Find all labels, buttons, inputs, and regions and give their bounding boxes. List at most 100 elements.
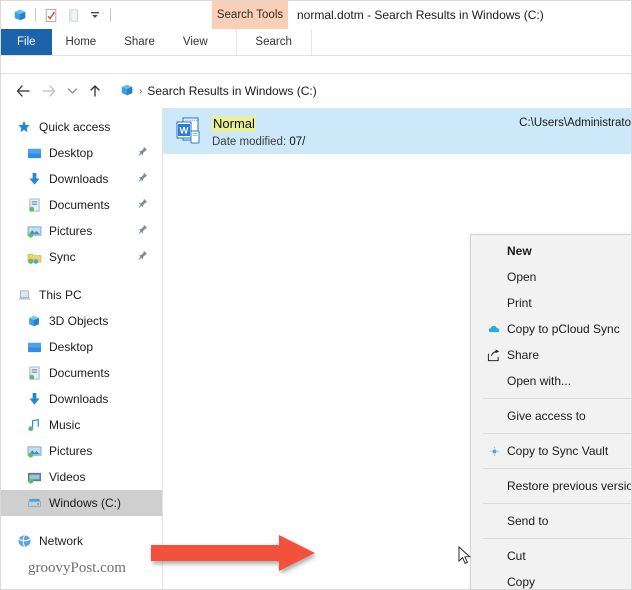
- desktop-icon: [25, 339, 43, 355]
- sidebar-item-3d-objects[interactable]: 3D Objects: [1, 308, 162, 334]
- context-menu-item-give-access-to[interactable]: Give access to: [471, 403, 631, 429]
- nav-label: Quick access: [39, 120, 111, 134]
- context-menu-item-cut[interactable]: Cut: [471, 543, 631, 569]
- new-folder-icon[interactable]: [62, 4, 84, 26]
- pin-icon[interactable]: [138, 250, 148, 264]
- context-menu-item-print[interactable]: Print: [471, 290, 631, 316]
- pin-icon[interactable]: [138, 224, 148, 238]
- videos-icon: [25, 469, 43, 485]
- date-modified-value: 07/: [289, 135, 306, 148]
- star-icon: [15, 119, 33, 135]
- context-menu-separator: [483, 538, 631, 539]
- nav-label: Pictures: [49, 224, 93, 238]
- context-menu-item-new[interactable]: New: [471, 238, 631, 264]
- recent-locations-chevron-down-icon[interactable]: [63, 79, 81, 103]
- breadcrumb-current-path: Search Results in Windows (C:): [147, 84, 317, 98]
- sync-icon: [25, 249, 43, 265]
- sidebar-item-downloads[interactable]: Downloads: [1, 166, 162, 192]
- ribbon-body: [1, 56, 631, 74]
- window-title: normal.dotm - Search Results in Windows …: [297, 8, 544, 22]
- network-icon: [15, 533, 33, 549]
- sidebar-item-desktop[interactable]: Desktop: [1, 140, 162, 166]
- result-file-path: C:\Users\Administrato: [519, 117, 631, 129]
- context-menu-item-open-with[interactable]: Open with...: [471, 368, 631, 394]
- sidebar-item-pictures-pc[interactable]: Pictures: [1, 438, 162, 464]
- pictures-icon: [25, 223, 43, 239]
- context-menu-item-restore-previous-versions[interactable]: Restore previous versions: [471, 473, 631, 499]
- sync-vault-icon: [481, 446, 507, 457]
- this-pc-icon: [120, 83, 134, 100]
- context-menu-separator: [483, 398, 631, 399]
- sidebar-item-desktop-pc[interactable]: Desktop: [1, 334, 162, 360]
- desktop-icon: [25, 145, 43, 161]
- music-icon: [25, 417, 43, 433]
- tab-file[interactable]: File: [1, 29, 52, 55]
- tab-home[interactable]: Home: [52, 29, 111, 55]
- context-menu-label: Print: [507, 296, 532, 310]
- nav-label: Network: [39, 534, 84, 548]
- date-modified-label: Date modified:: [212, 135, 287, 148]
- context-menu-item-open[interactable]: Open: [471, 264, 631, 290]
- nav-label: Documents: [49, 198, 110, 212]
- nav-label: 3D Objects: [49, 314, 109, 328]
- pin-icon[interactable]: [138, 172, 148, 186]
- result-row-normal-dotm[interactable]: W Normal Date modified: 07/ C:\Users\Adm…: [163, 108, 631, 154]
- context-menu-label: Open with...: [507, 374, 572, 388]
- sidebar-item-videos[interactable]: Videos: [1, 464, 162, 490]
- tab-search[interactable]: Search: [235, 29, 312, 55]
- context-menu-separator: [483, 433, 631, 434]
- context-menu-item-send-to[interactable]: Send to: [471, 508, 631, 534]
- sidebar-item-sync[interactable]: Sync: [1, 244, 162, 270]
- sidebar-item-documents-pc[interactable]: Documents: [1, 360, 162, 386]
- nav-label: Windows (C:): [49, 496, 122, 510]
- sidebar-item-pictures[interactable]: Pictures: [1, 218, 162, 244]
- 3d-objects-icon: [25, 313, 43, 329]
- title-bar: Search Tools normal.dotm - Search Result…: [1, 1, 631, 29]
- downloads-icon: [25, 391, 43, 407]
- context-menu-label: New: [507, 244, 532, 258]
- back-button[interactable]: [11, 79, 35, 103]
- pin-icon[interactable]: [138, 146, 148, 160]
- result-date-modified: Date modified: 07/: [212, 136, 305, 148]
- share-icon: [481, 349, 507, 362]
- up-button[interactable]: [83, 79, 107, 103]
- pictures-icon: [25, 443, 43, 459]
- address-bar: › Search Results in Windows (C:): [1, 74, 631, 108]
- properties-icon[interactable]: [40, 4, 62, 26]
- result-text-block: Normal Date modified: 07/: [212, 115, 305, 148]
- context-menu-item-copy-to-pcloud-sync[interactable]: Copy to pCloud Sync: [471, 316, 631, 342]
- search-tools-contextual-group: Search Tools: [212, 1, 288, 29]
- sidebar-item-music[interactable]: Music: [1, 412, 162, 438]
- address-path-field[interactable]: › Search Results in Windows (C:): [115, 79, 621, 103]
- context-menu-separator: [483, 468, 631, 469]
- documents-icon: [25, 365, 43, 381]
- nav-label: Sync: [49, 250, 76, 264]
- nav-root-this-pc[interactable]: This PC: [1, 282, 162, 308]
- nav-group-gap-2: [1, 516, 162, 528]
- navigation-pane: Quick access Desktop Downloads Documents…: [1, 108, 163, 589]
- nav-label: Pictures: [49, 444, 93, 458]
- result-file-name: Normal: [212, 115, 256, 132]
- sidebar-item-downloads-pc[interactable]: Downloads: [1, 386, 162, 412]
- sidebar-item-documents[interactable]: Documents: [1, 192, 162, 218]
- sidebar-item-windows-c[interactable]: Windows (C:): [1, 490, 162, 516]
- result-name-line: Normal: [212, 115, 305, 133]
- nav-label: Documents: [49, 366, 110, 380]
- explorer-icon[interactable]: [9, 4, 31, 26]
- context-menu-label: Copy to Sync Vault: [507, 444, 609, 458]
- context-menu-item-copy-to-sync-vault[interactable]: Copy to Sync Vault: [471, 438, 631, 464]
- nav-root-network[interactable]: Network: [1, 528, 162, 554]
- ribbon-tab-strip: File Home Share View Search: [1, 29, 631, 55]
- pin-icon[interactable]: [138, 198, 148, 212]
- context-menu-item-copy[interactable]: Copy: [471, 569, 631, 589]
- forward-button[interactable]: [37, 79, 61, 103]
- nav-label: Videos: [49, 470, 86, 484]
- nav-label: Desktop: [49, 340, 94, 354]
- tab-view[interactable]: View: [169, 29, 222, 55]
- context-menu-separator: [483, 503, 631, 504]
- nav-root-quick-access[interactable]: Quick access: [1, 114, 162, 140]
- context-menu-item-share[interactable]: Share: [471, 342, 631, 368]
- tab-share[interactable]: Share: [110, 29, 169, 55]
- customize-dropdown-icon[interactable]: [84, 4, 106, 26]
- documents-icon: [25, 197, 43, 213]
